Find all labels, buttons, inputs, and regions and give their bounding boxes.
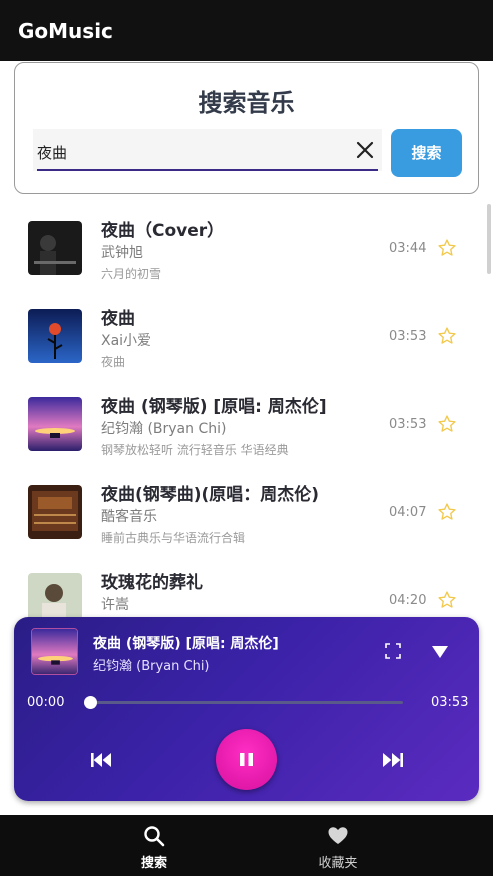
heart-icon xyxy=(328,827,348,844)
song-album: 夜曲 xyxy=(101,355,126,369)
song-artist: 纪钧瀚 (Bryan Chi) xyxy=(101,421,227,437)
player-song-title: 夜曲 (钢琴版) [原唱: 周杰伦] xyxy=(93,636,279,652)
player-album-cover xyxy=(31,628,78,675)
clear-icon[interactable] xyxy=(354,139,376,161)
search-button[interactable]: 搜索 xyxy=(391,129,462,177)
star-icon[interactable] xyxy=(437,502,457,522)
list-item[interactable]: 夜曲 Xai小爱 夜曲 03:53 xyxy=(0,292,493,380)
current-time: 00:00 xyxy=(27,695,65,710)
mini-player: 夜曲 (钢琴版) [原唱: 周杰伦] 纪钧瀚 (Bryan Chi) 00:00… xyxy=(14,617,479,801)
star-icon[interactable] xyxy=(437,238,457,258)
song-artist: Xai小爱 xyxy=(101,333,152,349)
song-duration: 03:53 xyxy=(389,329,427,344)
pause-icon xyxy=(240,753,253,766)
bottom-nav: 搜索 收藏夹 xyxy=(0,815,493,876)
song-title: 夜曲（Cover） xyxy=(101,221,225,241)
nav-label-search: 搜索 xyxy=(140,856,167,871)
list-item[interactable]: 夜曲 (钢琴版) [原唱: 周杰伦] 纪钧瀚 (Bryan Chi) 钢琴放松轻… xyxy=(0,380,493,468)
app-bar: GoMusic xyxy=(0,0,493,61)
list-item[interactable]: 夜曲(钢琴曲)(原唱：周杰伦) 酷客音乐 睡前古典乐与华语流行合辑 04:07 xyxy=(0,468,493,556)
song-artist: 许嵩 xyxy=(101,597,129,613)
skip-next-icon[interactable] xyxy=(383,753,403,767)
song-title: 玫瑰花的葬礼 xyxy=(101,573,203,593)
total-time: 03:53 xyxy=(431,695,469,710)
song-title: 夜曲(钢琴曲)(原唱：周杰伦) xyxy=(101,485,320,505)
search-card: 搜索音乐 夜曲 搜索 xyxy=(14,62,479,194)
song-album: 睡前古典乐与华语流行合辑 xyxy=(101,531,246,545)
fullscreen-icon[interactable] xyxy=(385,643,401,659)
album-cover xyxy=(28,397,82,451)
song-album: 六月的初雪 xyxy=(101,267,162,281)
song-title: 夜曲 xyxy=(101,309,135,329)
song-title: 夜曲 (钢琴版) [原唱: 周杰伦] xyxy=(101,397,327,417)
scrollbar[interactable] xyxy=(487,204,491,274)
search-icon xyxy=(144,826,165,847)
progress-slider[interactable] xyxy=(84,696,403,709)
search-title: 搜索音乐 xyxy=(198,89,295,117)
search-input-underline xyxy=(37,169,378,171)
search-input-value: 夜曲 xyxy=(37,144,68,162)
pause-button[interactable] xyxy=(216,729,277,790)
song-duration: 03:53 xyxy=(389,417,427,432)
skip-previous-icon[interactable] xyxy=(91,753,111,767)
album-cover xyxy=(28,221,82,275)
app-title: GoMusic xyxy=(18,19,113,43)
song-artist: 武钟旭 xyxy=(101,245,143,261)
nav-item-favorites[interactable]: 收藏夹 xyxy=(278,815,398,876)
album-cover xyxy=(28,309,82,363)
search-input[interactable]: 夜曲 xyxy=(33,129,382,171)
song-artist: 酷客音乐 xyxy=(101,509,157,525)
star-icon[interactable] xyxy=(437,326,457,346)
chevron-down-icon[interactable] xyxy=(431,645,449,659)
player-song-artist: 纪钧瀚 (Bryan Chi) xyxy=(93,659,210,674)
nav-label-favorites: 收藏夹 xyxy=(318,856,358,871)
song-duration: 04:07 xyxy=(389,505,427,520)
list-item[interactable]: 夜曲（Cover） 武钟旭 六月的初雪 03:44 xyxy=(0,204,493,292)
progress-knob[interactable] xyxy=(84,696,97,709)
song-duration: 04:20 xyxy=(389,593,427,608)
album-cover xyxy=(28,485,82,539)
nav-item-search[interactable]: 搜索 xyxy=(94,815,214,876)
star-icon[interactable] xyxy=(437,414,457,434)
song-duration: 03:44 xyxy=(389,241,427,256)
star-icon[interactable] xyxy=(437,590,457,610)
song-album: 钢琴放松轻听 流行轻音乐 华语经典 xyxy=(101,443,289,457)
